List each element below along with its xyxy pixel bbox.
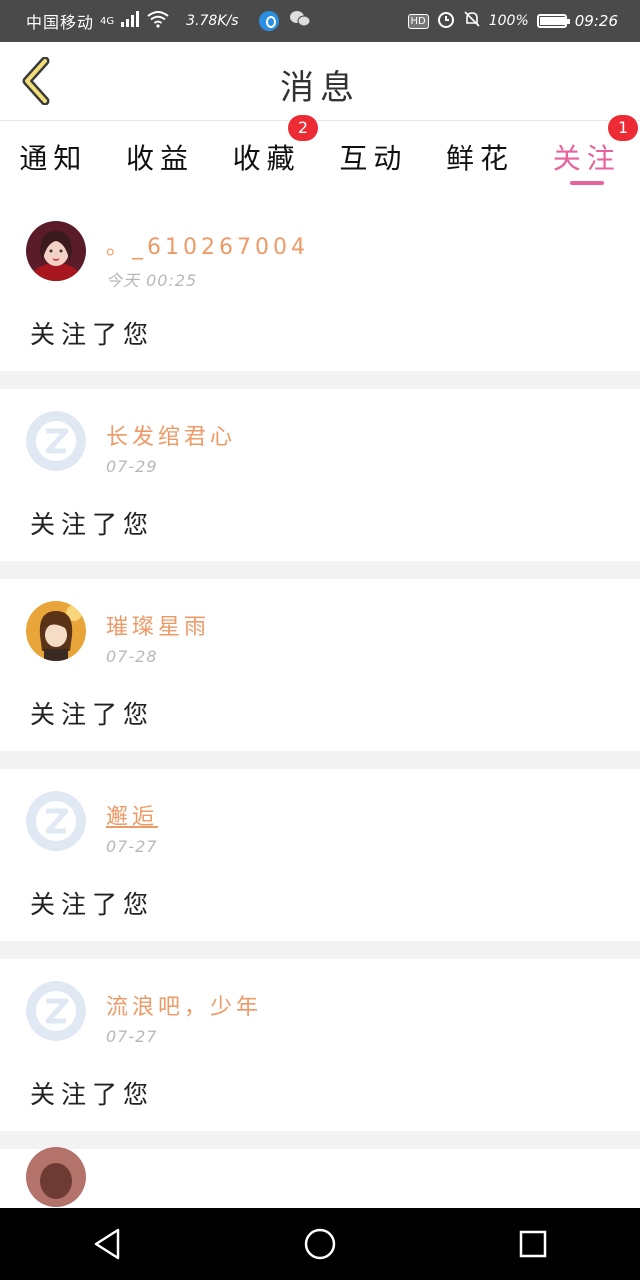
avatar[interactable]	[26, 1147, 86, 1207]
timestamp: 07-28	[106, 647, 158, 666]
list-item[interactable]: 璀璨星雨 07-28 关注了您	[0, 579, 640, 769]
username[interactable]: 。_610267004	[106, 229, 309, 261]
avatar[interactable]	[26, 981, 86, 1041]
timestamp: 07-27	[106, 837, 158, 856]
tab-label: 收益	[126, 142, 195, 175]
mute-icon	[463, 10, 481, 32]
system-nav-bar	[0, 1208, 640, 1280]
header: 消息	[0, 42, 640, 121]
default-avatar-icon	[26, 981, 86, 1041]
action-text: 关注了您	[30, 890, 155, 919]
tab-interactions[interactable]: 互动	[320, 121, 427, 199]
list-item[interactable]: 邂逅 07-27 关注了您	[0, 769, 640, 959]
message-list: 。_610267004 今天 00:25 关注了您 长发绾君心 07-29 关注…	[0, 199, 640, 1209]
status-bar: 中国移动 4G 3.78K/s HD 100% 09:26	[0, 0, 640, 42]
alarm-icon	[437, 10, 455, 32]
square-recents-icon	[520, 1230, 547, 1258]
action-text: 关注了您	[30, 510, 155, 539]
tab-label: 关注	[552, 142, 621, 175]
timestamp: 今天 00:25	[106, 271, 198, 290]
default-avatar-icon	[26, 791, 86, 851]
photo-avatar-icon	[26, 221, 86, 281]
carrier-label: 中国移动	[26, 13, 95, 32]
unread-badge: 2	[288, 115, 319, 141]
username[interactable]: 流浪吧，少年	[106, 989, 262, 1021]
list-item[interactable]	[0, 1147, 640, 1209]
username[interactable]: 璀璨星雨	[106, 609, 210, 641]
tab-bar: 通知 收益 收藏 2 互动 鲜花 关注 1	[0, 115, 640, 199]
anime-avatar-icon	[26, 601, 86, 661]
timestamp: 07-27	[106, 1027, 158, 1046]
nav-recents-button[interactable]	[503, 1214, 563, 1274]
clock: 09:26	[574, 12, 618, 30]
action-text: 关注了您	[30, 1080, 155, 1109]
tab-follows[interactable]: 关注 1	[533, 115, 640, 199]
tab-label: 收藏	[232, 142, 301, 175]
timestamp: 07-29	[106, 457, 158, 476]
tab-flowers[interactable]: 鲜花	[427, 121, 534, 199]
circle-home-icon	[304, 1228, 336, 1260]
wechat-icon	[289, 10, 311, 32]
avatar[interactable]	[26, 791, 86, 851]
tab-favorites[interactable]: 收藏 2	[213, 115, 320, 199]
app-notification-icon	[258, 11, 279, 31]
list-item[interactable]: 流浪吧，少年 07-27 关注了您	[0, 959, 640, 1149]
tab-earnings[interactable]: 收益	[107, 121, 214, 199]
action-text: 关注了您	[30, 700, 155, 729]
battery-icon	[536, 14, 570, 28]
tab-notifications[interactable]: 通知	[0, 121, 107, 199]
tab-label: 互动	[339, 142, 408, 175]
username[interactable]: 邂逅	[106, 799, 158, 831]
signal-icon	[120, 11, 140, 31]
page-title: 消息	[280, 68, 360, 108]
nav-back-button[interactable]	[77, 1214, 137, 1274]
default-avatar-icon	[26, 411, 86, 471]
nav-home-button[interactable]	[290, 1214, 350, 1274]
action-text: 关注了您	[30, 320, 155, 349]
avatar[interactable]	[26, 221, 86, 281]
tab-label: 通知	[19, 142, 88, 175]
tab-label: 鲜花	[446, 142, 515, 175]
wifi-icon	[146, 10, 170, 32]
active-tab-indicator	[569, 181, 604, 185]
list-item[interactable]: 长发绾君心 07-29 关注了您	[0, 389, 640, 579]
avatar[interactable]	[26, 601, 86, 661]
network-type: 4G	[100, 15, 115, 27]
network-speed: 3.78K/s	[186, 13, 239, 29]
hd-icon: HD	[407, 13, 429, 29]
avatar[interactable]	[26, 411, 86, 471]
unread-badge: 1	[608, 115, 639, 141]
triangle-back-icon	[94, 1228, 119, 1260]
battery-percent: 100%	[488, 13, 529, 29]
username[interactable]: 长发绾君心	[106, 419, 236, 451]
photo-avatar-icon	[26, 1147, 86, 1207]
list-item[interactable]: 。_610267004 今天 00:25 关注了您	[0, 199, 640, 389]
